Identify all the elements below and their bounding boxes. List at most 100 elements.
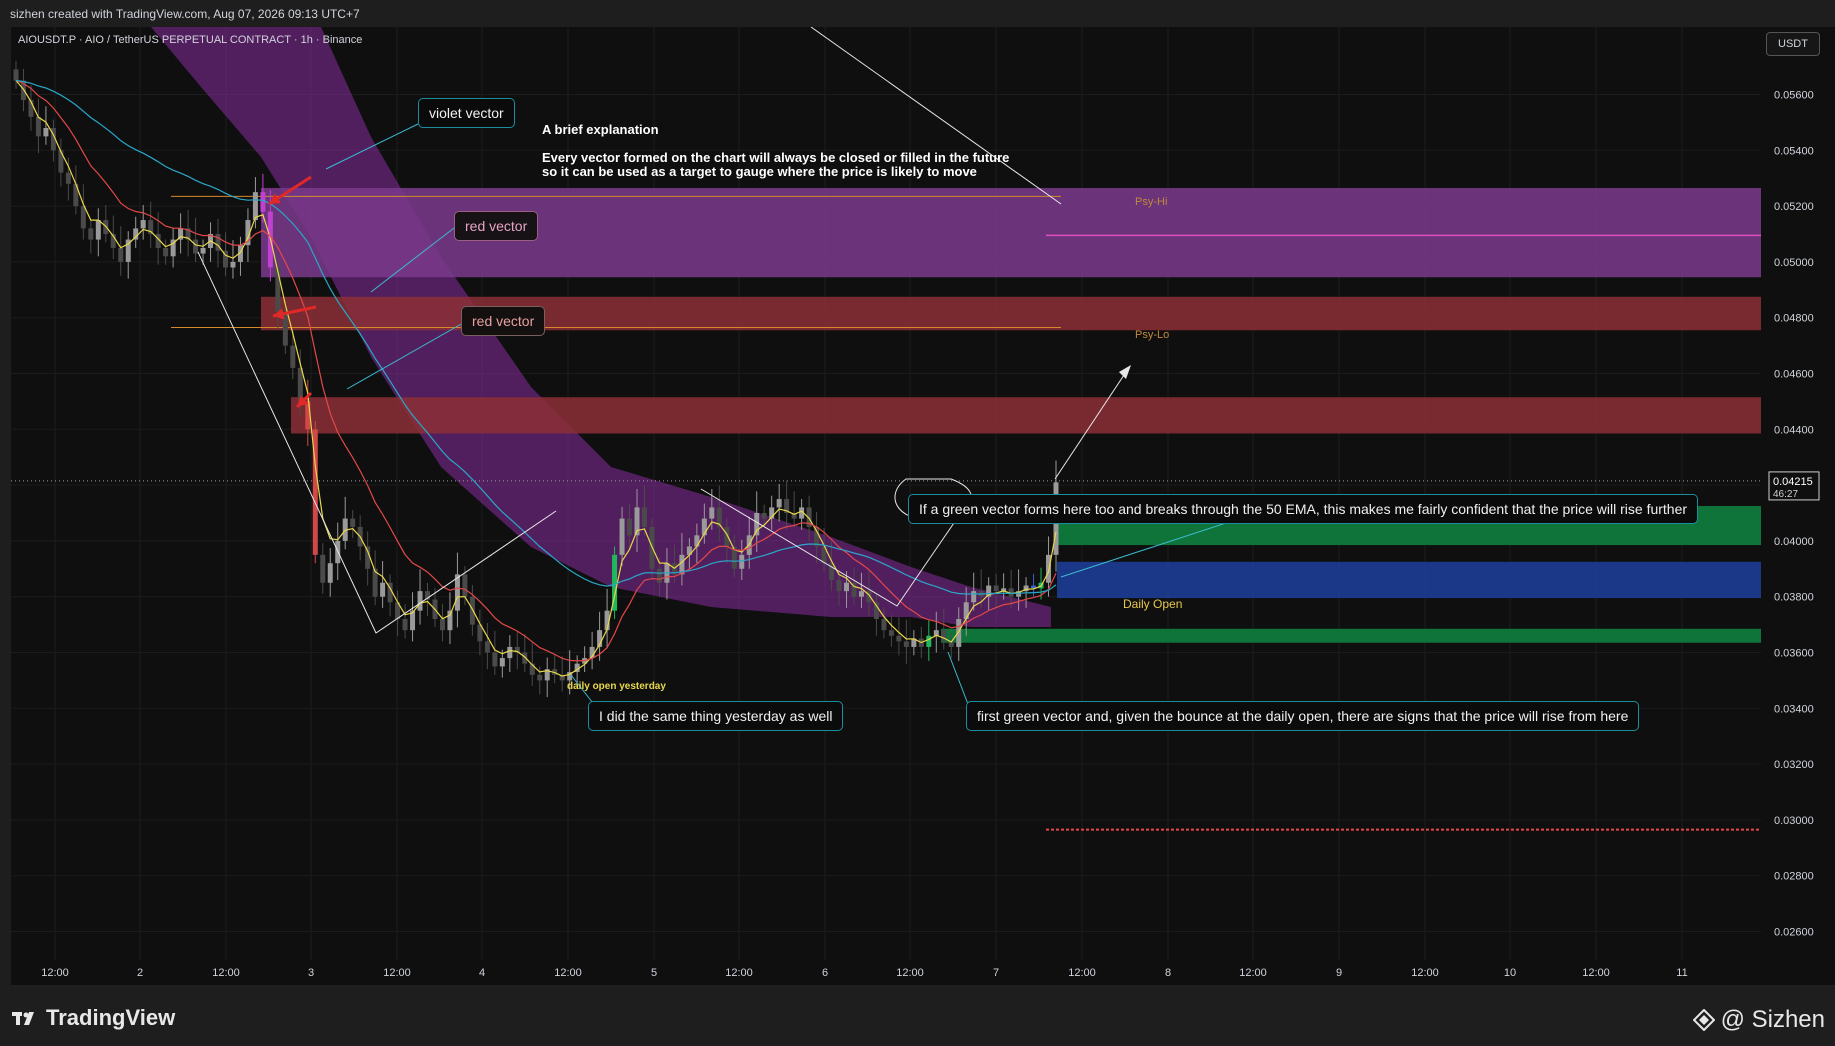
- daily-open-label: Daily Open: [1123, 597, 1183, 611]
- price-tick-label: 0.02600: [1774, 927, 1814, 939]
- candle-body: [58, 150, 64, 173]
- candle-body: [447, 610, 453, 631]
- psy-lo-label: Psy-Lo: [1135, 329, 1170, 341]
- daily-open-yesterday-label: daily open yesterday: [567, 681, 666, 692]
- time-tick-label: 5: [651, 967, 657, 979]
- candle-body: [43, 127, 49, 137]
- price-tick-label: 0.04000: [1774, 536, 1814, 548]
- time-axis-background: [11, 960, 1761, 985]
- profile-icon: [1692, 1009, 1715, 1031]
- explanation-line-2: so it can be used as a target to gauge w…: [542, 164, 977, 179]
- candle-body: [941, 630, 947, 642]
- currency-button[interactable]: USDT: [1766, 32, 1820, 56]
- candle-body: [971, 591, 977, 603]
- time-tick-label: 8: [1165, 967, 1171, 979]
- candle-body: [641, 507, 647, 527]
- price-tick-label: 0.05400: [1774, 145, 1814, 157]
- candle-body: [656, 568, 662, 583]
- time-tick-label: 10: [1504, 967, 1516, 979]
- price-tick-label: 0.03200: [1774, 759, 1814, 771]
- candle-body: [754, 513, 760, 536]
- candle-body: [13, 69, 19, 81]
- candle-body: [290, 345, 296, 368]
- candle-body: [193, 239, 199, 254]
- tradingview-logo-text: TradingView: [46, 1005, 176, 1030]
- bottom-bar: [0, 992, 1835, 1046]
- time-tick-label: 12:00: [554, 967, 582, 979]
- first-green-vector-callout: first green vector and, given the bounce…: [966, 701, 1640, 731]
- zone-5: [941, 628, 1761, 643]
- time-tick-label: 12:00: [1068, 967, 1096, 979]
- candle-body: [200, 247, 206, 254]
- candle-body: [35, 116, 41, 137]
- time-tick-label: 7: [993, 967, 999, 979]
- time-tick-label: 12:00: [41, 967, 69, 979]
- top-bar: sizhen created with TradingView.com, Aug…: [0, 0, 1835, 26]
- time-tick-label: 12:00: [1239, 967, 1267, 979]
- time-tick-label: 12:00: [383, 967, 411, 979]
- candle-body: [417, 591, 423, 611]
- price-tick-label: 0.05000: [1774, 257, 1814, 269]
- yesterday-callout: I did the same thing yesterday as well: [588, 701, 844, 731]
- candle-body: [888, 630, 894, 636]
- candle-body: [380, 582, 386, 597]
- candle-body: [627, 518, 633, 536]
- candle-body: [776, 499, 782, 508]
- candle-body: [118, 247, 124, 262]
- candle-body: [484, 641, 490, 653]
- time-tick-label: 12:00: [1411, 967, 1439, 979]
- candle-body: [469, 596, 475, 625]
- author-badge: @ Sizhen: [1692, 1006, 1825, 1034]
- price-tick-label: 0.04400: [1774, 424, 1814, 436]
- time-tick-label: 12:00: [725, 967, 753, 979]
- candle-body: [252, 192, 258, 221]
- price-tick-label: 0.03000: [1774, 815, 1814, 827]
- explanation-title: A brief explanation: [542, 122, 659, 137]
- tradingview-logo[interactable]: TradingView: [12, 1005, 175, 1031]
- symbol-title[interactable]: AIOUSDT.P · AIO / TetherUS PERPETUAL CON…: [18, 34, 362, 46]
- candle-body: [65, 172, 71, 184]
- candle-body: [140, 220, 146, 229]
- time-tick-label: 4: [479, 967, 485, 979]
- price-axis-background: [1761, 27, 1835, 985]
- candle-body: [260, 192, 266, 212]
- time-tick-label: 12:00: [896, 967, 924, 979]
- candle-body: [327, 563, 333, 583]
- candle-body: [492, 652, 498, 667]
- time-tick-label: 2: [137, 967, 143, 979]
- candle-body: [881, 619, 887, 631]
- candle-body: [858, 591, 864, 597]
- candle-body: [230, 261, 236, 268]
- candle-body: [694, 535, 700, 547]
- zone-4: [1057, 561, 1761, 599]
- candle-body: [320, 554, 326, 583]
- green-vector-callout: If a green vector forms here too and bre…: [908, 494, 1699, 524]
- tradingview-icon: [12, 1012, 34, 1025]
- candle-body: [462, 574, 468, 597]
- last-price-value: 0.04215: [1773, 476, 1813, 488]
- red-vector-callout-2: red vector: [461, 306, 546, 336]
- price-tick-label: 0.03400: [1774, 703, 1814, 715]
- time-tick-label: 9: [1336, 967, 1342, 979]
- price-tick-label: 0.05600: [1774, 90, 1814, 102]
- candle-body: [739, 554, 745, 569]
- candle-body: [926, 635, 932, 647]
- price-tick-label: 0.04800: [1774, 313, 1814, 325]
- candle-body: [993, 585, 999, 592]
- candle-body: [439, 619, 445, 631]
- candle-body: [903, 641, 909, 647]
- violet-vector-callout: violet vector: [418, 98, 515, 128]
- explanation-line-1: Every vector formed on the chart will al…: [542, 150, 1010, 165]
- explanation-body: Every vector formed on the chart will al…: [542, 151, 1009, 179]
- red-vector-callout-1: red vector: [454, 211, 539, 241]
- candle-body: [507, 646, 513, 659]
- price-tick-label: 0.03600: [1774, 648, 1814, 660]
- psy-hi-label: Psy-Hi: [1135, 196, 1168, 208]
- zone-2: [291, 397, 1761, 434]
- candle-body: [537, 674, 543, 681]
- chart-credit: sizhen created with TradingView.com, Aug…: [10, 7, 360, 21]
- candle-body: [454, 574, 460, 611]
- candle-body: [350, 518, 356, 527]
- price-tick-label: 0.03800: [1774, 592, 1814, 604]
- candle-body: [499, 658, 505, 667]
